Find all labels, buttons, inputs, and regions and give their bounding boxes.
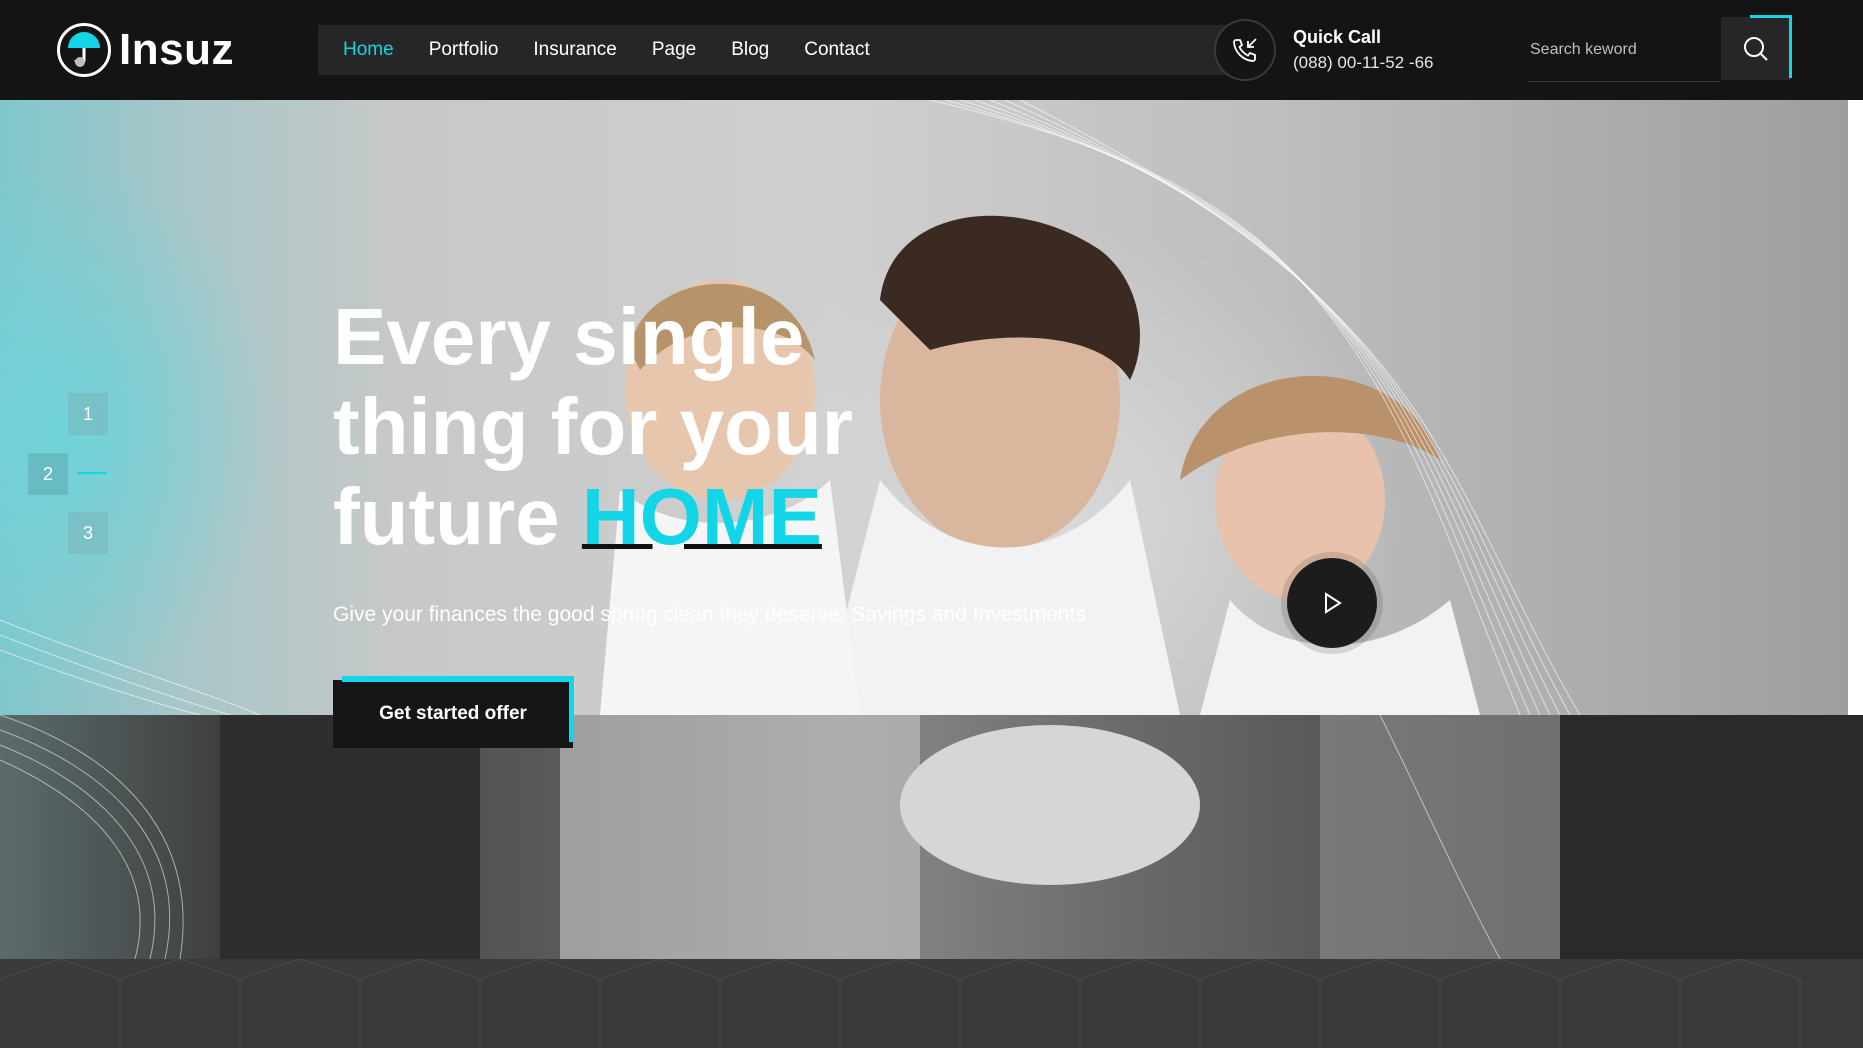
- nav-item-home[interactable]: Home: [343, 39, 394, 61]
- site-header: Insuz Home Portfolio Insurance Page Blog…: [0, 0, 1863, 100]
- search-field: [1528, 18, 1720, 82]
- nav-item-blog[interactable]: Blog: [731, 39, 769, 61]
- search-button[interactable]: [1721, 17, 1791, 80]
- footer-pattern: [0, 959, 1863, 1048]
- quick-call-number[interactable]: (088) 00-11-52 -66: [1293, 53, 1434, 73]
- play-icon: [1325, 592, 1342, 614]
- umbrella-icon: [57, 23, 111, 77]
- hero-section: Every single thing for your future HOME …: [0, 100, 1848, 715]
- search-icon: [1744, 36, 1768, 61]
- slide-button-1[interactable]: 1: [68, 393, 108, 435]
- phone-call-icon[interactable]: [1214, 19, 1276, 81]
- hero-title-line2: thing for your: [333, 382, 853, 471]
- hexagon-pattern: [0, 959, 1801, 1048]
- nav-item-insurance[interactable]: Insurance: [533, 39, 616, 61]
- nav-item-contact[interactable]: Contact: [804, 39, 869, 61]
- slide-button-2[interactable]: 2: [28, 453, 68, 495]
- hero-title: Every single thing for your future HOME: [333, 292, 933, 562]
- scrollbar-track[interactable]: [1848, 100, 1863, 715]
- main-nav: Home Portfolio Insurance Page Blog Conta…: [318, 25, 1230, 75]
- hero-title-accent: HOME: [581, 472, 822, 561]
- hero-title-line3: future: [333, 472, 560, 561]
- hero-title-line1: Every single: [333, 292, 805, 381]
- slide-button-3[interactable]: 3: [68, 512, 108, 554]
- secondary-photo-band: [0, 715, 1863, 959]
- quick-call-title: Quick Call: [1293, 27, 1382, 47]
- search-input[interactable]: [1528, 39, 1708, 60]
- get-started-button[interactable]: Get started offer: [333, 680, 573, 748]
- play-video-button[interactable]: [1287, 558, 1377, 648]
- hero-subtitle: Give your finances the good spring clean…: [333, 603, 1086, 626]
- brand-logo[interactable]: Insuz: [57, 22, 234, 78]
- slide-active-indicator: [77, 472, 107, 474]
- nav-item-portfolio[interactable]: Portfolio: [429, 39, 499, 61]
- brand-name: Insuz: [119, 25, 234, 74]
- secondary-photo: [0, 715, 1863, 959]
- nav-item-page[interactable]: Page: [652, 39, 696, 61]
